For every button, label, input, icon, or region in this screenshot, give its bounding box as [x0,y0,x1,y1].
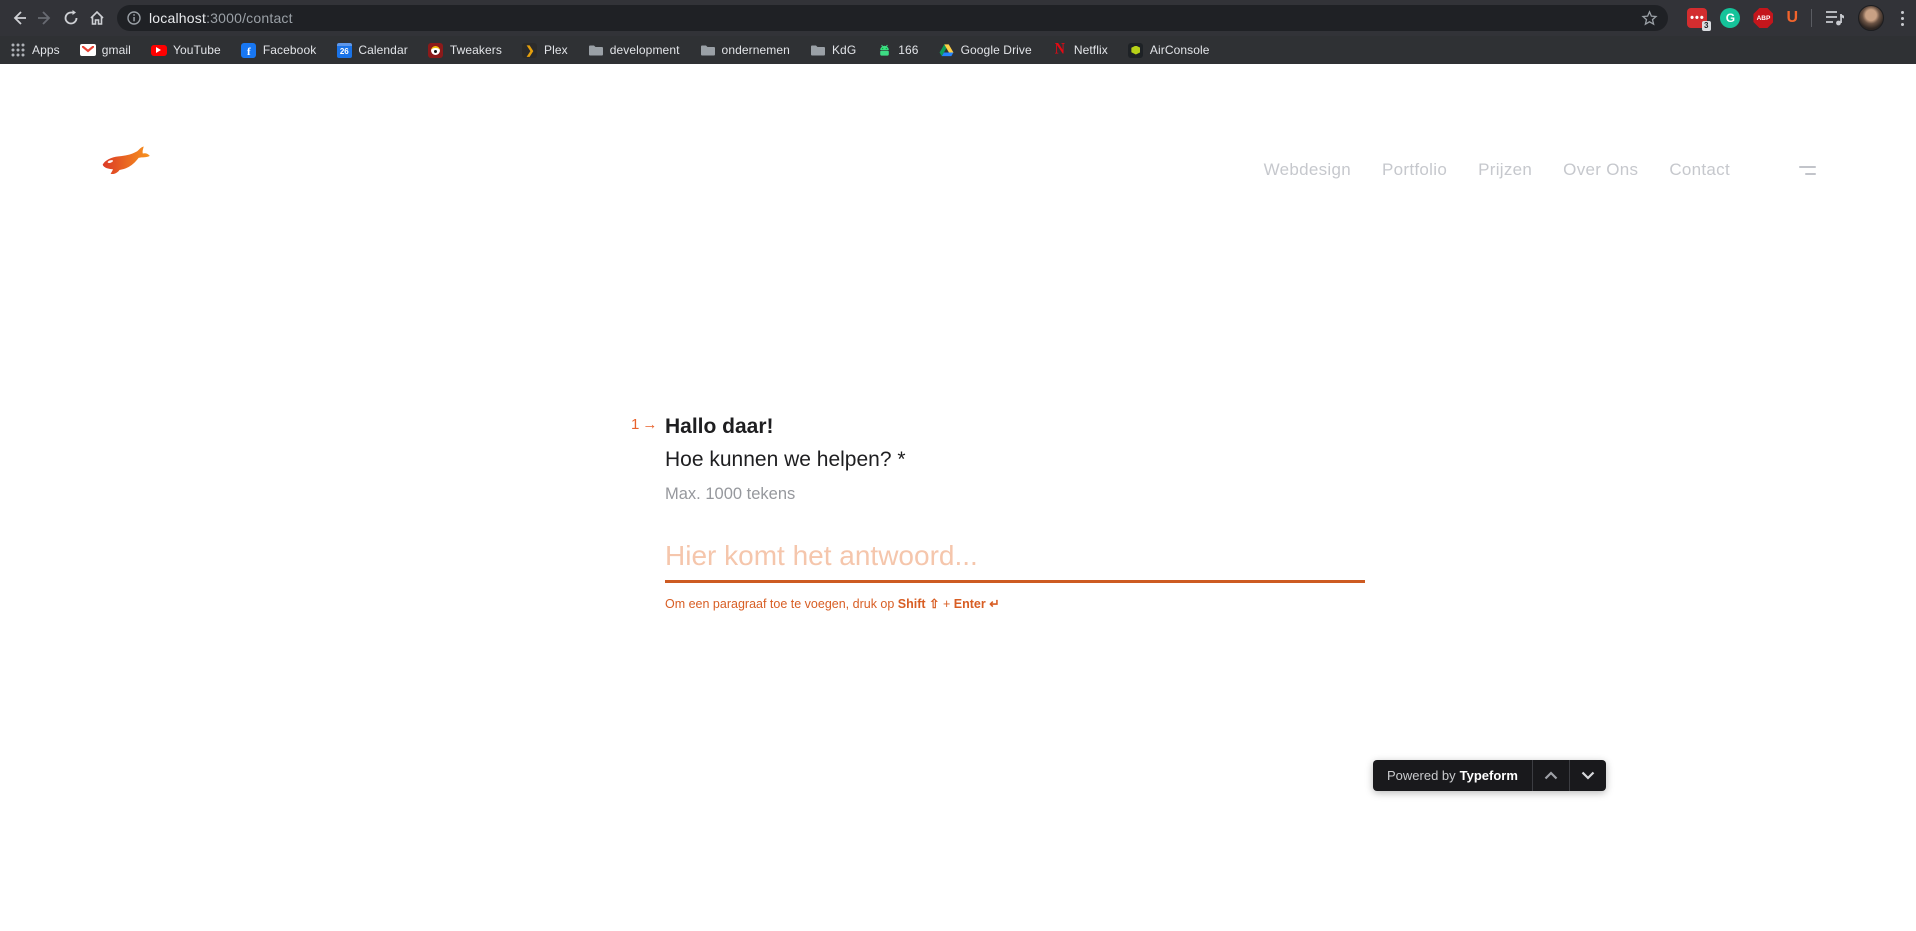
browser-menu-button[interactable] [1897,10,1908,26]
bookmark-tweakers[interactable]: Tweakers [428,42,502,58]
plex-icon: ❯ [522,42,538,58]
nav-item-portfolio[interactable]: Portfolio [1382,160,1447,180]
back-icon [13,11,26,25]
toolbar-separator [1811,9,1812,27]
typeform-widget: Powered by Typeform [1373,760,1606,791]
url-text: localhost:3000/contact [149,10,293,26]
profile-avatar[interactable] [1858,5,1884,31]
media-controls-icon[interactable] [1825,9,1845,27]
bookmark-folder-development[interactable]: development [588,42,680,58]
shift-key-hint: Shift ⇧ [897,597,940,611]
bookmark-plex[interactable]: ❯ Plex [522,42,568,58]
tweakers-icon [428,42,444,58]
url-path: :3000/contact [206,10,293,26]
android-icon [876,42,892,58]
calendar-icon: 26 [336,42,352,58]
bookmark-google-drive[interactable]: Google Drive [939,42,1032,58]
bookmark-star-icon[interactable] [1641,9,1658,27]
folder-icon [700,42,716,58]
powered-by-typeform-link[interactable]: Powered by Typeform [1373,760,1532,791]
max-length-hint: Max. 1000 tekens [665,485,796,503]
extension-badge: 3 [1701,21,1712,31]
back-button[interactable] [6,5,32,31]
site-nav: Webdesign Portfolio Prijzen Over Ons Con… [1264,160,1816,180]
nav-item-over-ons[interactable]: Over Ons [1563,160,1638,180]
question-number: 1 → [631,416,658,433]
home-icon [90,10,104,25]
typeform-brand: Typeform [1459,768,1518,783]
extension-area: ••• 3 G ABP U [1687,0,1908,36]
question-title: Hallo daar! [665,415,774,438]
screen: localhost:3000/contact ••• 3 G ABP U Apps… [0,0,1916,931]
refresh-icon [64,10,78,25]
nav-item-contact[interactable]: Contact [1669,160,1730,180]
bookmark-166[interactable]: 166 [876,42,918,58]
previous-question-button[interactable] [1533,760,1569,791]
question-arrow-icon: → [642,416,658,433]
bookmark-airconsole[interactable]: AirConsole [1128,42,1210,58]
home-button[interactable] [84,5,110,31]
gmail-icon [79,42,96,58]
bookmark-folder-ondernemen[interactable]: ondernemen [700,42,790,58]
netflix-icon: N [1054,40,1065,59]
facebook-icon: f [241,42,257,58]
paragraph-hint: Om een paragraaf toe te voegen, druk op … [665,597,1000,611]
bookmark-apps[interactable]: Apps [10,42,60,58]
folder-icon [588,42,604,58]
bookmarks-bar: Apps gmail YouTube f Facebook 26 Calenda… [0,36,1916,64]
nav-menu-icon[interactable] [1799,165,1816,175]
bookmark-folder-kdg[interactable]: KdG [810,42,856,58]
next-question-button[interactable] [1570,760,1606,791]
chevron-down-icon [1581,771,1595,780]
folder-icon [810,42,826,58]
address-bar[interactable]: localhost:3000/contact [117,5,1668,31]
bookmark-netflix[interactable]: N Netflix [1052,40,1108,59]
google-drive-icon [939,42,955,58]
nav-item-webdesign[interactable]: Webdesign [1264,160,1351,180]
site-logo[interactable] [98,144,154,178]
url-host: localhost [149,10,207,26]
page-content: Webdesign Portfolio Prijzen Over Ons Con… [0,64,1916,931]
adblock-plus-extension-icon[interactable]: ABP [1753,8,1774,28]
youtube-icon [150,42,167,58]
grammarly-extension-icon[interactable]: G [1720,8,1741,28]
bookmark-calendar[interactable]: 26 Calendar [336,42,408,58]
forward-icon [38,11,51,25]
enter-key-hint: Enter ↵ [953,597,1000,611]
chevron-up-icon [1544,771,1558,780]
orca-logo-icon [102,146,150,175]
browser-toolbar: localhost:3000/contact ••• 3 G ABP U [0,0,1916,36]
answer-input[interactable] [665,536,1365,583]
refresh-button[interactable] [58,5,84,31]
question-subtitle: Hoe kunnen we helpen? * [665,448,906,471]
bookmark-gmail[interactable]: gmail [79,42,131,58]
airconsole-icon [1128,42,1144,58]
u-extension-icon[interactable]: U [1786,8,1798,28]
forward-button[interactable] [32,5,58,31]
apps-grid-icon [10,42,26,58]
password-manager-extension-icon[interactable]: ••• 3 [1687,8,1712,31]
question-block: Hallo daar! Hoe kunnen we helpen? * Max.… [665,410,1365,611]
bookmark-youtube[interactable]: YouTube [150,42,221,58]
nav-item-prijzen[interactable]: Prijzen [1478,160,1532,180]
bookmark-facebook[interactable]: f Facebook [241,42,317,58]
page-info-icon[interactable] [127,11,141,25]
